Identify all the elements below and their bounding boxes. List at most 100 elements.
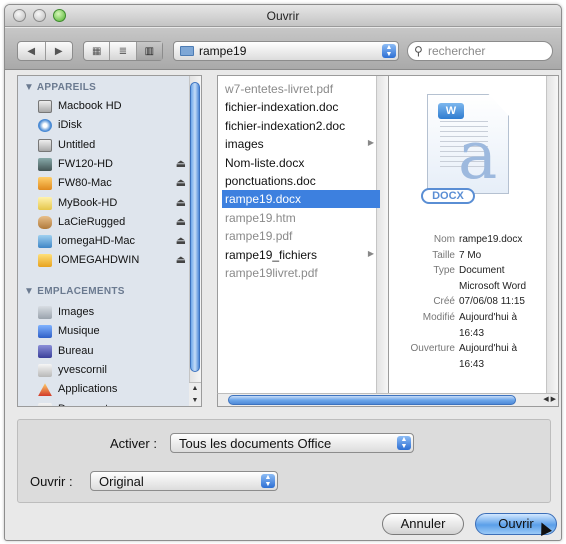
eject-icon[interactable]: ⏏ bbox=[176, 157, 186, 170]
sidebar-item-yvescornil[interactable]: yvescornil bbox=[38, 362, 198, 380]
preview-info-row: Type Document bbox=[389, 265, 558, 279]
sidebar-item-musique[interactable]: Musique bbox=[38, 323, 198, 341]
sidebar-item-iomegahd-mac[interactable]: IomegaHD-Mac ⏏ bbox=[38, 233, 198, 251]
sidebar-item-mybook-hd[interactable]: MyBook-HD ⏏ bbox=[38, 195, 198, 213]
eject-icon[interactable]: ⏏ bbox=[176, 176, 186, 189]
external-drive-icon bbox=[38, 254, 52, 268]
hard-drive-icon bbox=[38, 100, 52, 113]
sidebar-item-label: MyBook-HD bbox=[58, 196, 118, 209]
preview-info-row: Microsoft Word bbox=[389, 280, 558, 295]
preview-info-value: rampe19.docx bbox=[459, 234, 523, 245]
file-item[interactable]: fichier-indexation.doc bbox=[222, 98, 374, 116]
enable-label: Activer : bbox=[110, 436, 157, 451]
eject-icon[interactable]: ⏏ bbox=[176, 215, 186, 228]
file-item[interactable]: Nom-liste.docx bbox=[222, 154, 374, 172]
preview-info-row: Taille 7 Mo bbox=[389, 249, 558, 264]
preview-info-value: 16:43 bbox=[459, 327, 485, 339]
home-icon bbox=[38, 363, 52, 377]
file-item[interactable]: rampe19.htm bbox=[222, 209, 374, 227]
file-item-label: fichier-indexation.doc bbox=[225, 100, 339, 115]
sidebar-item-label: FW120-HD bbox=[58, 157, 114, 170]
chevron-right-icon: ▶ bbox=[367, 138, 374, 148]
horizontal-scrollbar[interactable]: ◀ ▶ bbox=[217, 393, 559, 407]
eject-icon[interactable]: ⏏ bbox=[176, 234, 186, 247]
sidebar-item-documents[interactable]: Documents bbox=[38, 401, 198, 406]
folder-item[interactable]: images ▶ bbox=[222, 135, 374, 153]
sidebar-item-bureau[interactable]: Bureau bbox=[38, 343, 198, 361]
sidebar-item-applications[interactable]: Applications bbox=[38, 381, 198, 399]
sidebar-item-label: Applications bbox=[58, 383, 118, 396]
file-column: w7-entetes-livret.pdf fichier-indexation.… bbox=[217, 75, 389, 407]
open-dialog-window: Ouvrir ◀ ▶ ▦ ≣ ▥ rampe19 ▲ ▼ ⚲ rechercher… bbox=[4, 4, 562, 541]
preview-column: W a DOCX Nom rampe19.docx Taille 7 Mo Type Do… bbox=[389, 75, 559, 407]
sidebar-item-untitled[interactable]: Untitled bbox=[38, 137, 198, 155]
music-folder-icon bbox=[38, 325, 52, 339]
sidebar-item-fw120-hd[interactable]: FW120-HD ⏏ bbox=[38, 156, 198, 174]
horizontal-scroll-arrows[interactable]: ◀ ▶ bbox=[543, 394, 556, 406]
search-field[interactable]: ⚲ rechercher bbox=[407, 41, 553, 61]
sidebar-section-devices: ▼ APPAREILS bbox=[24, 82, 97, 93]
file-item[interactable]: fichier-indexation2.doc bbox=[222, 117, 374, 135]
location-popup[interactable]: rampe19 ▲ ▼ bbox=[173, 41, 399, 61]
sidebar-item-label: FW80-Mac bbox=[58, 177, 112, 190]
enable-popup[interactable]: Tous les documents Office ▲ ▼ bbox=[170, 433, 414, 453]
location-popup-value: rampe19 bbox=[199, 44, 247, 58]
popup-arrows-icon: ▲ ▼ bbox=[382, 44, 396, 58]
file-item-label: rampe19.htm bbox=[225, 210, 296, 225]
window-title: Ouvrir bbox=[266, 9, 300, 23]
file-column-scrollbar[interactable] bbox=[376, 76, 388, 406]
sidebar-item-label: iDisk bbox=[58, 119, 82, 132]
enable-popup-value: Tous les documents Office bbox=[179, 436, 332, 451]
file-item-label: rampe19_fichiers bbox=[225, 247, 318, 262]
forward-button[interactable]: ▶ bbox=[46, 42, 73, 60]
pictures-folder-icon bbox=[38, 306, 52, 319]
preview-info-row: 16:43 bbox=[389, 327, 558, 342]
column-view-button[interactable]: ▥ bbox=[136, 42, 162, 60]
list-view-button[interactable]: ≣ bbox=[110, 42, 137, 60]
file-item[interactable]: w7-entetes-livret.pdf bbox=[222, 80, 374, 98]
sidebar-item-lacierugged[interactable]: LaCieRugged ⏏ bbox=[38, 214, 198, 232]
cancel-button[interactable]: Annuler bbox=[382, 513, 464, 535]
preview-info-key: Créé bbox=[433, 296, 455, 308]
file-item-label: ponctuations.doc bbox=[225, 174, 316, 188]
open-mode-popup[interactable]: Original ▲ ▼ bbox=[90, 471, 278, 491]
preview-info-row: Modifié Aujourd'hui à bbox=[389, 312, 558, 326]
sidebar-section-places: ▼ EMPLACEMENTS bbox=[24, 286, 125, 297]
sidebar-item-idisk[interactable]: iDisk bbox=[38, 117, 198, 135]
file-item[interactable]: rampe19.docx bbox=[222, 190, 380, 209]
sidebar-item-label: LaCieRugged bbox=[58, 215, 126, 228]
search-placeholder: rechercher bbox=[428, 44, 486, 58]
navigation-segmented-control: ◀ ▶ bbox=[17, 41, 73, 61]
toolbar: ◀ ▶ ▦ ≣ ▥ rampe19 ▲ ▼ ⚲ rechercher bbox=[5, 28, 561, 70]
file-item-label: rampe19livret.pdf bbox=[225, 266, 318, 280]
file-item[interactable]: rampe19livret.pdf bbox=[222, 264, 374, 282]
eject-icon[interactable]: ⏏ bbox=[176, 253, 186, 266]
view-mode-segmented-control: ▦ ≣ ▥ bbox=[83, 41, 163, 61]
sidebar-item-fw80-mac[interactable]: FW80-Mac ⏏ bbox=[38, 175, 198, 193]
back-button[interactable]: ◀ bbox=[18, 42, 46, 60]
sidebar-item-label: Bureau bbox=[58, 344, 94, 357]
word-letter-glyph: a bbox=[458, 117, 498, 194]
external-drive-icon bbox=[38, 177, 52, 191]
preview-info-value: Aujourd'hui à bbox=[459, 343, 518, 355]
preview-info-value: Document bbox=[459, 265, 505, 277]
sidebar-item-macbook-hd[interactable]: Macbook HD bbox=[38, 98, 198, 116]
sidebar-item-iomegahdwin[interactable]: IOMEGAHDWIN ⏏ bbox=[38, 252, 198, 270]
preview-info-row: Créé 07/06/08 11:15 bbox=[389, 296, 558, 310]
desktop-folder-icon bbox=[38, 344, 52, 358]
eject-icon[interactable]: ⏏ bbox=[176, 196, 186, 209]
documents-folder-icon bbox=[38, 402, 52, 406]
file-item-label: w7-entetes-livret.pdf bbox=[225, 82, 334, 96]
file-item[interactable]: ponctuations.doc bbox=[222, 172, 374, 190]
hard-drive-icon bbox=[38, 138, 52, 152]
docx-document-icon: W a bbox=[427, 94, 509, 194]
preview-info-row: Nom rampe19.docx bbox=[389, 234, 558, 248]
file-item[interactable]: rampe19.pdf bbox=[222, 227, 374, 245]
preview-info-value: 7 Mo bbox=[459, 249, 482, 261]
preview-info-value: Microsoft Word bbox=[459, 280, 527, 292]
title-bar[interactable]: Ouvrir bbox=[5, 5, 561, 27]
folder-item[interactable]: rampe19_fichiers ▶ bbox=[222, 246, 374, 264]
horizontal-scroll-thumb[interactable] bbox=[228, 395, 516, 405]
icon-view-button[interactable]: ▦ bbox=[84, 42, 111, 60]
sidebar-item-images[interactable]: Images bbox=[38, 304, 198, 322]
